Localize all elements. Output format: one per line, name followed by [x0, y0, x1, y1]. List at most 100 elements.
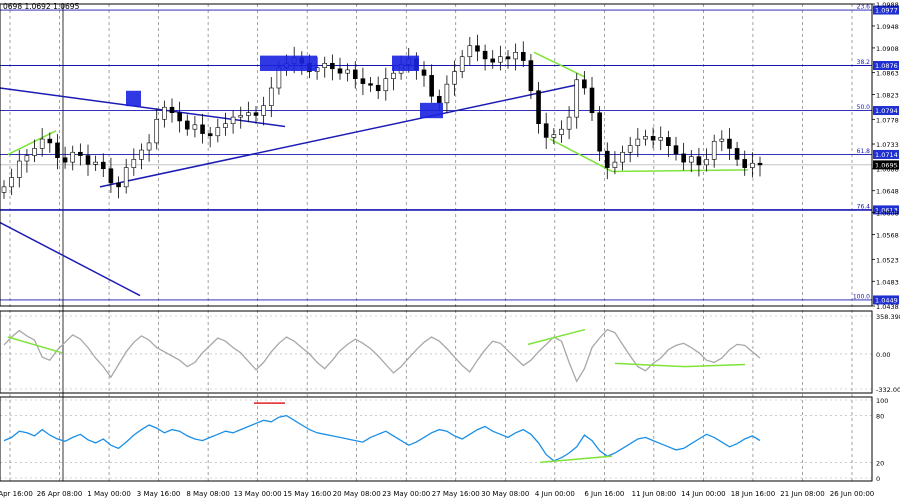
price-tick-label: 1.0523 [876, 256, 899, 264]
candle-body [719, 138, 725, 142]
candle-body [200, 124, 205, 134]
time-label: 6 Jun 16:00 [584, 490, 624, 498]
indicator-level-label: 80 [876, 413, 884, 421]
candle-body [436, 95, 442, 104]
highlight-box [260, 55, 317, 71]
candle-body [123, 167, 129, 188]
candle-body [673, 145, 679, 155]
candle-body [681, 153, 686, 163]
falling-trendline [0, 87, 286, 128]
candle-body [93, 161, 98, 165]
indicator-level-label: 0.00 [876, 351, 890, 359]
candle-body [627, 145, 633, 153]
candle-body [666, 137, 671, 146]
candle-body [47, 138, 53, 144]
candle-body [658, 137, 664, 141]
candle-body [223, 123, 228, 128]
candle-body [146, 142, 152, 151]
rsi-indicator: 100 80 20 0 [0, 397, 888, 483]
candle-body [230, 116, 236, 125]
price-tick-label: 1.0733 [876, 141, 899, 149]
price-tick-label: 1.0483 [876, 278, 899, 286]
candle-body [475, 45, 480, 52]
candle-body [727, 138, 732, 149]
candle-body [643, 136, 648, 140]
time-label: 1 May 00:00 [87, 490, 131, 498]
price-tick-label: 1.0648 [876, 188, 899, 196]
fib-level-label: 50.0 [857, 104, 871, 111]
candle-body [444, 83, 450, 104]
candle-body [650, 136, 656, 141]
cci-line [3, 328, 761, 383]
candle-body [612, 161, 618, 168]
price-tick-label: 1.0688 [876, 166, 899, 174]
candle-body [62, 157, 68, 163]
fib-level-label: 76.4 [857, 203, 871, 210]
candle-body [246, 112, 251, 116]
candle-body [360, 78, 366, 84]
candle-body [604, 150, 610, 168]
ohlc-readout: 0698 1.0692 1.0695 [3, 2, 80, 11]
candle-body [696, 156, 702, 166]
candle-body [207, 133, 213, 137]
candle-body [337, 68, 343, 74]
candle-body [375, 84, 381, 92]
time-label: 20 May 08:00 [333, 490, 381, 498]
indicator-level-label: 20 [876, 459, 884, 467]
candle-body [169, 106, 175, 114]
time-label: 23 May 00:00 [382, 490, 430, 498]
candle-body [253, 112, 259, 116]
candle-body [452, 71, 457, 85]
rising-trendline [99, 84, 576, 188]
candle-body [322, 63, 328, 68]
candle-body [116, 182, 121, 188]
fib-level-label: 61.8 [857, 148, 871, 155]
candle-body [566, 116, 572, 130]
candle-body [368, 83, 373, 86]
cci-indicator: 358.3989 0.00 -332.004 [0, 313, 900, 394]
candle-body [383, 78, 389, 92]
fib-level-label: 23.6 [857, 4, 871, 11]
candle-body [574, 79, 580, 118]
time-label: 15 May 16:00 [283, 490, 331, 498]
price-tick-label: 1.0823 [876, 92, 899, 100]
rsi-line [3, 414, 761, 462]
price-chart[interactable]: 23.6 1.097738.2 1.087650.0 1.079461.8 1.0714… [0, 0, 900, 500]
candle-body [528, 60, 534, 92]
candle-body [513, 52, 518, 60]
time-label: 11 Jun 08:00 [632, 490, 676, 498]
candle-body [131, 159, 137, 168]
candle-body [543, 123, 549, 138]
candle-body [261, 105, 266, 116]
candle-body [1, 186, 7, 193]
candle-body [757, 162, 763, 166]
price-axis: 1.09881.09481.09081.08631.08231.07781.07… [0, 1, 899, 482]
cci-divergence [684, 363, 746, 368]
time-label: 14 Jun 00:00 [681, 490, 725, 498]
candle-body [78, 151, 83, 156]
candle-body [498, 56, 503, 63]
candle-body [551, 134, 557, 138]
candle-body [421, 69, 427, 76]
candle-body [635, 138, 641, 146]
candle-body [24, 155, 30, 162]
candle-body [16, 160, 22, 178]
time-label: 18 Jun 16:00 [731, 490, 775, 498]
candle-body [490, 58, 496, 63]
cci-panel-border [0, 310, 873, 394]
divergence-line [549, 138, 613, 173]
candle-body [536, 90, 541, 125]
highlight-box [420, 102, 443, 119]
price-tick-label: 1.0568 [876, 232, 899, 240]
divergence-line [533, 51, 586, 78]
candle-body [750, 162, 755, 168]
candle-body [108, 168, 114, 184]
candle-body [139, 149, 144, 160]
rsi-divergence [539, 455, 613, 464]
time-label: 4 Jun 00:00 [535, 490, 575, 498]
fib-price-label: 1.0714 [875, 151, 898, 159]
candle-body [742, 159, 748, 168]
time-label: 13 May 00:00 [234, 490, 282, 498]
indicator-level-label: 100 [876, 397, 888, 405]
time-label: 27 May 16:00 [432, 490, 480, 498]
